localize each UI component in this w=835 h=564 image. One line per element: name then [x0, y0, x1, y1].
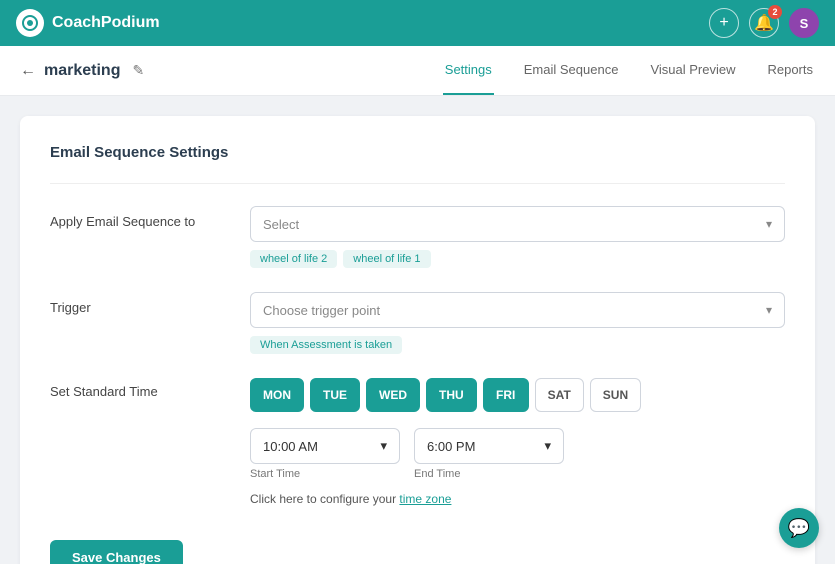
- trigger-select[interactable]: Choose trigger point ▾: [250, 292, 785, 328]
- divider: [50, 183, 785, 184]
- chevron-down-icon: ▾: [766, 217, 772, 231]
- tag-wheel-of-life-2[interactable]: wheel of life 2: [250, 250, 337, 268]
- apply-sequence-control: Select ▾ wheel of life 2 wheel of life 1: [250, 206, 785, 268]
- timezone-link[interactable]: time zone: [399, 492, 451, 506]
- day-mon[interactable]: MON: [250, 378, 304, 412]
- back-nav: ← marketing ✎: [20, 62, 144, 80]
- timezone-link-row: Click here to configure your time zone: [250, 492, 785, 506]
- save-changes-button[interactable]: Save Changes: [50, 540, 183, 564]
- day-thu[interactable]: THU: [426, 378, 477, 412]
- add-icon: +: [719, 14, 728, 32]
- standard-time-row: Set Standard Time MON TUE WED THU: [50, 378, 785, 506]
- trigger-label: Trigger: [50, 292, 250, 315]
- apply-sequence-select[interactable]: Select ▾: [250, 206, 785, 242]
- start-time-group: 10:00 AM ▾ Start Time: [250, 428, 400, 480]
- start-time-label: Start Time: [250, 468, 400, 480]
- trigger-tag: When Assessment is taken: [250, 336, 402, 354]
- end-time-value: 6:00 PM: [427, 439, 475, 454]
- tags-row: wheel of life 2 wheel of life 1: [250, 250, 785, 268]
- page-title: marketing: [44, 62, 120, 80]
- logo-icon: [16, 9, 44, 37]
- sub-header: ← marketing ✎ Settings Email Sequence Vi…: [0, 46, 835, 96]
- day-sun[interactable]: SUN: [590, 378, 641, 412]
- logo-text: CoachPodium: [52, 14, 160, 32]
- back-arrow-icon[interactable]: ←: [20, 62, 36, 80]
- day-tue[interactable]: TUE: [310, 378, 360, 412]
- trigger-chevron-icon: ▾: [766, 303, 772, 317]
- notification-button[interactable]: 🔔 2: [749, 8, 779, 38]
- end-time-select[interactable]: 6:00 PM ▾: [414, 428, 564, 464]
- add-button[interactable]: +: [709, 8, 739, 38]
- card-title: Email Sequence Settings: [50, 144, 785, 161]
- nav-tabs: Settings Email Sequence Visual Preview R…: [443, 46, 815, 95]
- standard-time-label: Set Standard Time: [50, 378, 250, 399]
- end-time-label: End Time: [414, 468, 564, 480]
- avatar-label: S: [800, 16, 809, 31]
- start-time-value: 10:00 AM: [263, 439, 318, 454]
- apply-sequence-row: Apply Email Sequence to Select ▾ wheel o…: [50, 206, 785, 268]
- end-time-chevron: ▾: [544, 438, 551, 454]
- end-time-group: 6:00 PM ▾ End Time: [414, 428, 564, 480]
- settings-card: Email Sequence Settings Apply Email Sequ…: [20, 116, 815, 564]
- day-fri[interactable]: FRI: [483, 378, 529, 412]
- edit-icon[interactable]: ✎: [132, 62, 144, 79]
- header: CoachPodium + 🔔 2 S: [0, 0, 835, 46]
- header-actions: + 🔔 2 S: [709, 8, 819, 38]
- tab-visual-preview[interactable]: Visual Preview: [648, 46, 737, 95]
- logo-inner: [22, 15, 38, 31]
- start-time-chevron: ▾: [380, 438, 387, 454]
- day-wed[interactable]: WED: [366, 378, 420, 412]
- avatar-button[interactable]: S: [789, 8, 819, 38]
- day-sat[interactable]: SAT: [535, 378, 584, 412]
- start-time-select[interactable]: 10:00 AM ▾: [250, 428, 400, 464]
- time-row: 10:00 AM ▾ Start Time 6:00 PM ▾ End Time: [250, 428, 785, 480]
- chat-icon: 💬: [788, 518, 810, 539]
- tab-reports[interactable]: Reports: [765, 46, 815, 95]
- standard-time-control: MON TUE WED THU FRI SAT: [250, 378, 785, 506]
- trigger-select-text: Choose trigger point: [263, 303, 380, 318]
- timezone-text: Click here to configure your: [250, 492, 399, 506]
- tab-email-sequence[interactable]: Email Sequence: [522, 46, 621, 95]
- tab-settings[interactable]: Settings: [443, 46, 494, 95]
- tag-wheel-of-life-1[interactable]: wheel of life 1: [343, 250, 430, 268]
- apply-sequence-select-text: Select: [263, 217, 299, 232]
- trigger-control: Choose trigger point ▾ When Assessment i…: [250, 292, 785, 354]
- main-content: Email Sequence Settings Apply Email Sequ…: [0, 96, 835, 564]
- chat-fab-button[interactable]: 💬: [779, 508, 819, 548]
- days-row: MON TUE WED THU FRI SAT: [250, 378, 785, 412]
- apply-sequence-label: Apply Email Sequence to: [50, 206, 250, 229]
- logo: CoachPodium: [16, 9, 160, 37]
- notification-badge: 2: [768, 5, 782, 19]
- trigger-row: Trigger Choose trigger point ▾ When Asse…: [50, 292, 785, 354]
